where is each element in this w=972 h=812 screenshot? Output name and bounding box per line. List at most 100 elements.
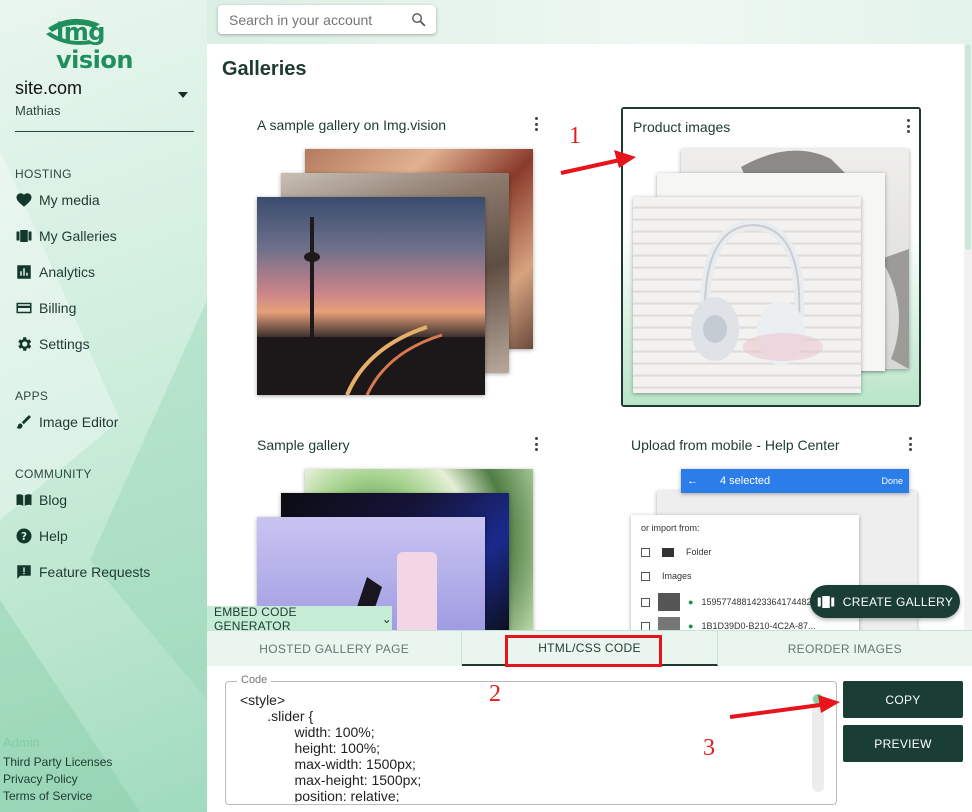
account-user: Mathias <box>15 103 61 118</box>
footer-privacy-policy[interactable]: Privacy Policy <box>3 772 78 786</box>
back-arrow-icon: ← <box>687 475 698 487</box>
analytics-icon <box>17 265 31 279</box>
checkbox-icon <box>641 597 650 607</box>
main-scrollbar[interactable] <box>964 44 972 630</box>
code-content[interactable]: <style> .slider { width: 100%; height: 1… <box>240 692 800 802</box>
chevron-down-icon: ⌄ <box>381 611 392 626</box>
code-label: Code <box>237 674 272 686</box>
file-row: ● 1B1D39D0-B210-4C2A-87... <box>641 617 816 630</box>
gallery-card-sample-gallery[interactable]: Sample gallery <box>247 427 547 630</box>
preview-button[interactable]: PREVIEW <box>843 725 963 762</box>
section-community: COMMUNITY <box>15 467 92 481</box>
sidebar-item-label: Image Editor <box>39 414 119 430</box>
sidebar-item-my-galleries[interactable]: My Galleries <box>15 225 117 247</box>
more-vert-icon[interactable] <box>909 437 913 451</box>
status-dot-icon: ● <box>688 597 694 607</box>
tab-reorder-images[interactable]: REORDER IMAGES <box>718 631 972 666</box>
import-text: or import from: <box>641 523 700 533</box>
svg-text:?: ? <box>21 531 27 543</box>
caret-down-icon[interactable] <box>178 92 188 98</box>
sidebar-item-billing[interactable]: Billing <box>15 297 76 319</box>
selected-count: 4 selected <box>720 475 771 487</box>
gallery-card-product-images[interactable]: Product images <box>621 107 921 407</box>
file-name: 1B1D39D0-B210-4C2A-87... <box>701 621 816 630</box>
footer-admin-link[interactable]: Admin <box>3 735 40 750</box>
account-site: site.com <box>15 78 83 98</box>
sidebar-item-feature-requests[interactable]: Feature Requests <box>15 561 150 583</box>
sidebar-item-label: My Galleries <box>39 228 117 244</box>
account-switcher[interactable]: site.com Mathias <box>15 78 194 132</box>
search-icon[interactable] <box>410 11 427 28</box>
folder-icon <box>662 547 674 557</box>
annotation-step-1: 1 <box>569 123 581 149</box>
highlight-box-html-css-tab <box>505 635 662 667</box>
sidebar-item-label: Settings <box>39 336 90 352</box>
sidebar-item-label: Help <box>39 528 68 544</box>
done-label: Done <box>881 476 903 486</box>
tab-hosted-gallery-page[interactable]: HOSTED GALLERY PAGE <box>207 631 463 666</box>
galleries-icon <box>16 230 32 242</box>
more-vert-icon[interactable] <box>907 119 911 133</box>
embed-tag-label: EMBED CODE GENERATOR <box>214 604 297 633</box>
more-vert-icon[interactable] <box>535 117 539 131</box>
feedback-icon <box>17 565 31 579</box>
gallery-title: Product images <box>633 119 731 135</box>
gallery-thumbnail-front <box>257 197 485 395</box>
top-bar <box>207 0 972 44</box>
sidebar-item-label: Analytics <box>39 264 96 280</box>
gallery-card-sample-img-vision[interactable]: A sample gallery on Img.vision <box>247 107 547 407</box>
images-label: Images <box>662 571 692 581</box>
sidebar-item-blog[interactable]: Blog <box>15 489 67 511</box>
search-input[interactable] <box>229 11 399 28</box>
sidebar-item-settings[interactable]: Settings <box>15 333 90 355</box>
page-title: Galleries <box>222 58 307 80</box>
folder-row: Folder <box>641 547 712 557</box>
footer-third-party-licenses[interactable]: Third Party Licenses <box>3 755 112 769</box>
code-scrollbar[interactable] <box>812 694 824 792</box>
sidebar-item-analytics[interactable]: Analytics <box>15 261 95 283</box>
create-gallery-label: CREATE GALLERY <box>842 594 954 609</box>
file-row: ● 1595774881423364174482... <box>641 593 819 611</box>
create-gallery-button[interactable]: CREATE GALLERY <box>810 585 960 618</box>
sidebar-item-my-media[interactable]: My media <box>15 189 100 211</box>
footer-terms-of-service[interactable]: Terms of Service <box>3 789 92 803</box>
folder-label: Folder <box>686 547 712 557</box>
section-hosting: HOSTING <box>15 167 72 181</box>
sidebar-item-label: Feature Requests <box>39 564 151 580</box>
scroll-thumb[interactable] <box>813 694 823 704</box>
main-content: Galleries A sample gallery on Img.vision… <box>207 0 972 630</box>
images-row: Images <box>641 571 692 581</box>
logo[interactable]: img vision <box>44 14 156 74</box>
search-box[interactable] <box>218 5 436 34</box>
sidebar-item-label: Blog <box>39 492 68 508</box>
app-root: img vision site.com Mathias HOSTING My m… <box>0 0 972 812</box>
sidebar-item-image-editor[interactable]: Image Editor <box>15 411 118 433</box>
checkbox-icon <box>641 621 650 630</box>
gear-icon <box>18 337 32 351</box>
sidebar-item-label: Billing <box>39 300 77 316</box>
code-textarea[interactable]: Code <style> .slider { width: 100%; heig… <box>225 674 837 805</box>
checkbox-icon <box>641 571 650 581</box>
book-icon <box>16 494 32 506</box>
annotation-step-3: 3 <box>703 735 715 761</box>
gallery-thumbnail-front <box>633 197 861 393</box>
more-vert-icon[interactable] <box>535 437 539 451</box>
galleries-icon <box>817 595 835 608</box>
heart-icon <box>16 193 32 207</box>
help-icon: ? <box>16 528 32 544</box>
scrollbar-thumb[interactable] <box>965 44 971 250</box>
embed-code-generator-toggle[interactable]: EMBED CODE GENERATOR ⌄ <box>207 604 392 633</box>
gallery-title: Sample gallery <box>257 437 350 453</box>
sidebar-item-label: My media <box>39 192 100 208</box>
file-name: 1595774881423364174482... <box>701 597 820 607</box>
credit-card-icon <box>16 302 32 314</box>
headphones-image <box>691 219 823 365</box>
city-skyline-image <box>257 217 485 395</box>
sidebar-item-help[interactable]: ? Help <box>15 525 68 547</box>
copy-button[interactable]: COPY <box>843 681 963 718</box>
brush-icon <box>16 415 31 429</box>
file-thumbnail <box>658 593 680 611</box>
section-apps: APPS <box>15 389 49 403</box>
gallery-title: Upload from mobile - Help Center <box>631 437 840 453</box>
file-thumbnail <box>658 617 680 630</box>
